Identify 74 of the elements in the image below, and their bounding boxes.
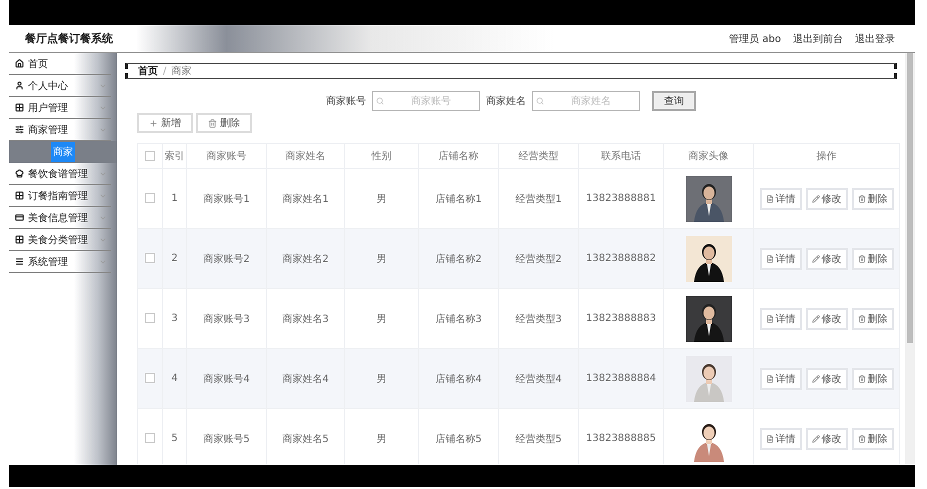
trash-icon [858,254,866,262]
sidebar-item[interactable]: 美食分类管理 [9,229,111,251]
app-title: 餐厅点餐订餐系统 [25,31,113,46]
header-link[interactable]: 退出登录 [855,32,895,46]
card-icon [15,213,24,222]
checkbox[interactable] [145,373,155,384]
search-icon [536,97,544,105]
action-button[interactable]: 修改 [806,308,848,330]
header-link[interactable]: 退出到前台 [793,32,843,46]
document-icon [766,194,774,202]
action-button[interactable]: 详情 [760,428,802,450]
sidebar-item[interactable]: 系统管理 [9,251,111,273]
grid-icon [15,191,24,200]
action-button[interactable]: 修改 [806,248,848,270]
sidebar-item[interactable]: 美食信息管理 [9,207,111,229]
breadcrumb-item[interactable]: 首页 [138,64,158,78]
document-icon [766,434,774,442]
grid-icon [15,103,24,112]
checkbox[interactable] [145,313,155,324]
submenu-item[interactable]: 商家 [51,142,75,162]
action-button[interactable]: 删除 [852,188,894,210]
pencil-icon [812,194,820,202]
breadcrumb-item[interactable]: 商家 [171,64,192,78]
action-button[interactable]: 修改 [806,188,848,210]
query-button[interactable]: 查询 [652,91,696,111]
plus-icon [149,118,158,128]
action-button[interactable]: 详情 [760,308,802,330]
header-link[interactable]: 管理员 abo [729,32,781,46]
user-icon [15,81,24,90]
toolbar-button[interactable]: 删除 [196,113,252,133]
document-icon [766,314,774,322]
action-button[interactable]: 修改 [806,368,848,390]
sidebar-item[interactable]: 用户管理 [9,97,111,119]
home-icon [15,59,24,68]
sliders-icon [15,125,24,134]
pencil-icon [812,254,820,262]
chef-hat-icon [15,169,24,178]
pencil-icon [812,434,820,442]
checkbox[interactable] [145,193,155,204]
action-button[interactable]: 修改 [806,428,848,450]
sidebar-item[interactable]: 首页 [9,53,111,75]
sidebar-item[interactable]: 餐饮食谱管理 [9,163,111,185]
search-field[interactable]: 商家姓名 [532,91,640,111]
action-button[interactable]: 删除 [852,248,894,270]
trash-icon [858,314,866,322]
action-button[interactable]: 删除 [852,308,894,330]
action-button[interactable]: 详情 [760,248,802,270]
toolbar-button[interactable]: 新增 [137,113,193,133]
document-icon [766,374,774,382]
field-label: 商家姓名 [486,94,526,108]
action-button[interactable]: 删除 [852,368,894,390]
search-field[interactable]: 商家账号 [372,91,480,111]
breadcrumb-separator: / [163,66,166,76]
trash-icon [208,118,217,128]
pencil-icon [812,314,820,322]
trash-icon [858,374,866,382]
checkbox[interactable] [145,253,155,264]
document-icon [766,254,774,262]
trash-icon [858,194,866,202]
menu-icon [15,257,24,266]
search-icon [376,97,384,105]
checkbox[interactable] [145,433,155,444]
scrollbar[interactable] [905,53,915,465]
action-button[interactable]: 详情 [760,188,802,210]
action-button[interactable]: 详情 [760,368,802,390]
sidebar-item[interactable]: 个人中心 [9,75,111,97]
sidebar-item[interactable]: 订餐指南管理 [9,185,111,207]
pencil-icon [812,374,820,382]
action-button[interactable]: 删除 [852,428,894,450]
field-label: 商家账号 [326,94,366,108]
column-header: 操作 [754,144,900,168]
checkbox[interactable] [145,150,155,161]
grid-icon [15,235,24,244]
trash-icon [858,434,866,442]
